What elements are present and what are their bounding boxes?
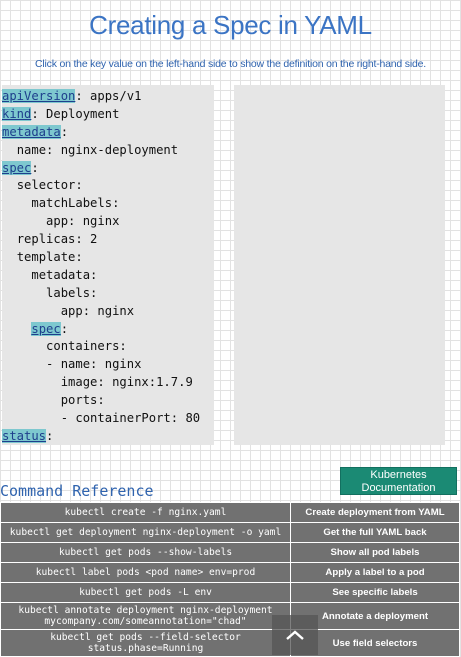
yaml-value: - name: nginx bbox=[46, 357, 142, 372]
command-cell: kubectl annotate deployment nginx-deploy… bbox=[0, 602, 291, 630]
yaml-value: name: nginx-deployment bbox=[16, 142, 179, 157]
yaml-value: matchLabels: bbox=[31, 196, 120, 211]
table-row: kubectl annotate deployment nginx-deploy… bbox=[0, 602, 460, 630]
yaml-key-apiversion[interactable]: apiVersion bbox=[2, 89, 76, 103]
yaml-value: selector: bbox=[16, 178, 83, 193]
yaml-indent bbox=[2, 411, 61, 425]
command-reference-heading: Command Reference bbox=[0, 482, 154, 500]
command-cell: kubectl get pods --field-selector status… bbox=[0, 629, 291, 657]
yaml-line: kind: Deployment bbox=[2, 106, 214, 124]
yaml-indent bbox=[2, 232, 17, 246]
yaml-indent bbox=[2, 178, 17, 192]
yaml-value: : apps/v1 bbox=[75, 89, 142, 103]
scroll-to-top-button[interactable] bbox=[272, 615, 318, 655]
yaml-line: spec: bbox=[2, 321, 214, 339]
yaml-value: : bbox=[60, 124, 69, 139]
yaml-line: name: nginx-deployment bbox=[2, 142, 214, 160]
page-title: Creating a Spec in YAML bbox=[89, 10, 372, 40]
yaml-indent bbox=[2, 357, 46, 371]
yaml-line: containers: bbox=[2, 338, 214, 356]
description-cell: Create deployment from YAML bbox=[290, 502, 460, 523]
yaml-indent bbox=[2, 322, 31, 336]
yaml-line: apiVersion: apps/v1 bbox=[2, 88, 214, 106]
yaml-line: app: nginx bbox=[2, 213, 214, 231]
yaml-indent bbox=[2, 339, 46, 353]
yaml-line: matchLabels: bbox=[2, 195, 214, 213]
table-row: kubectl create -f nginx.yaml Create deplo… bbox=[0, 502, 460, 523]
yaml-value: : Deployment bbox=[31, 106, 120, 121]
yaml-indent bbox=[2, 143, 17, 157]
yaml-value: metadata: bbox=[31, 267, 98, 282]
yaml-indent bbox=[2, 286, 46, 300]
yaml-code: apiVersion: apps/v1 kind: Deployment metad… bbox=[2, 85, 214, 446]
yaml-key-spec[interactable]: spec bbox=[31, 321, 61, 336]
command-cell: kubectl label pods <pod name> env=prod bbox=[0, 562, 291, 583]
description-cell: See specific labels bbox=[290, 582, 460, 603]
definition-panel bbox=[234, 85, 445, 445]
yaml-indent bbox=[2, 304, 61, 318]
yaml-value: image: nginx:1.7.9 bbox=[60, 375, 193, 390]
yaml-line: template: bbox=[2, 249, 214, 267]
yaml-line: selector: bbox=[2, 177, 214, 195]
command-cell: kubectl get deployment nginx-deployment … bbox=[0, 522, 291, 543]
kubernetes-docs-button[interactable]: Kubernetes Documentation bbox=[340, 467, 457, 495]
table-row: kubectl get pods -L env See specific labe… bbox=[0, 582, 460, 603]
yaml-indent bbox=[2, 268, 31, 282]
yaml-line: ports: bbox=[2, 392, 214, 410]
command-cell: kubectl get pods --show-labels bbox=[0, 542, 291, 563]
command-reference-table: kubectl create -f nginx.yaml Create deplo… bbox=[0, 502, 460, 657]
yaml-value: containers: bbox=[46, 339, 127, 354]
yaml-indent bbox=[2, 196, 31, 210]
chevron-up-icon bbox=[286, 630, 304, 640]
yaml-value: : bbox=[46, 428, 54, 443]
yaml-line: - containerPort: 80 bbox=[2, 410, 214, 428]
description-cell: Show all pod labels bbox=[290, 542, 460, 563]
yaml-indent bbox=[2, 375, 61, 389]
yaml-line: status: bbox=[2, 428, 214, 446]
table-row: kubectl get pods --field-selector status… bbox=[0, 629, 460, 657]
yaml-line: metadata: bbox=[2, 124, 214, 142]
yaml-key-status[interactable]: status bbox=[2, 428, 47, 443]
yaml-value: app: nginx bbox=[46, 214, 120, 229]
yaml-line: metadata: bbox=[2, 267, 214, 285]
yaml-value: - containerPort: 80 bbox=[60, 411, 201, 426]
page-subtitle: Click on the key value on the left-hand … bbox=[35, 58, 426, 70]
table-row: kubectl get pods --show-labels Show all p… bbox=[0, 542, 460, 563]
yaml-value: ports: bbox=[60, 393, 105, 408]
yaml-value: : bbox=[31, 160, 39, 175]
yaml-indent bbox=[2, 214, 46, 228]
yaml-indent bbox=[2, 250, 17, 264]
description-cell: Get the full YAML back bbox=[290, 522, 460, 543]
yaml-value: : bbox=[60, 321, 69, 336]
yaml-value: app: nginx bbox=[60, 303, 135, 318]
yaml-value: labels: bbox=[46, 285, 98, 300]
yaml-line: labels: bbox=[2, 285, 214, 303]
description-cell: Apply a label to a pod bbox=[290, 562, 460, 583]
table-row: kubectl get deployment nginx-deployment … bbox=[0, 522, 460, 543]
command-cell: kubectl get pods -L env bbox=[0, 582, 291, 603]
yaml-indent bbox=[2, 393, 61, 407]
yaml-panel: apiVersion: apps/v1 kind: Deployment metad… bbox=[2, 85, 214, 445]
yaml-value: replicas: 2 bbox=[16, 232, 98, 247]
table-row: kubectl label pods <pod name> env=prod Ap… bbox=[0, 562, 460, 583]
yaml-key-spec[interactable]: spec bbox=[2, 160, 32, 175]
command-cell: kubectl create -f nginx.yaml bbox=[0, 502, 291, 523]
yaml-line: replicas: 2 bbox=[2, 231, 214, 249]
yaml-line: image: nginx:1.7.9 bbox=[2, 374, 214, 392]
yaml-key-kind[interactable]: kind bbox=[2, 106, 32, 121]
yaml-value: template: bbox=[16, 250, 83, 265]
yaml-key-metadata[interactable]: metadata bbox=[2, 124, 61, 139]
yaml-line: spec: bbox=[2, 160, 214, 178]
yaml-line: app: nginx bbox=[2, 303, 214, 321]
yaml-line: - name: nginx bbox=[2, 356, 214, 374]
